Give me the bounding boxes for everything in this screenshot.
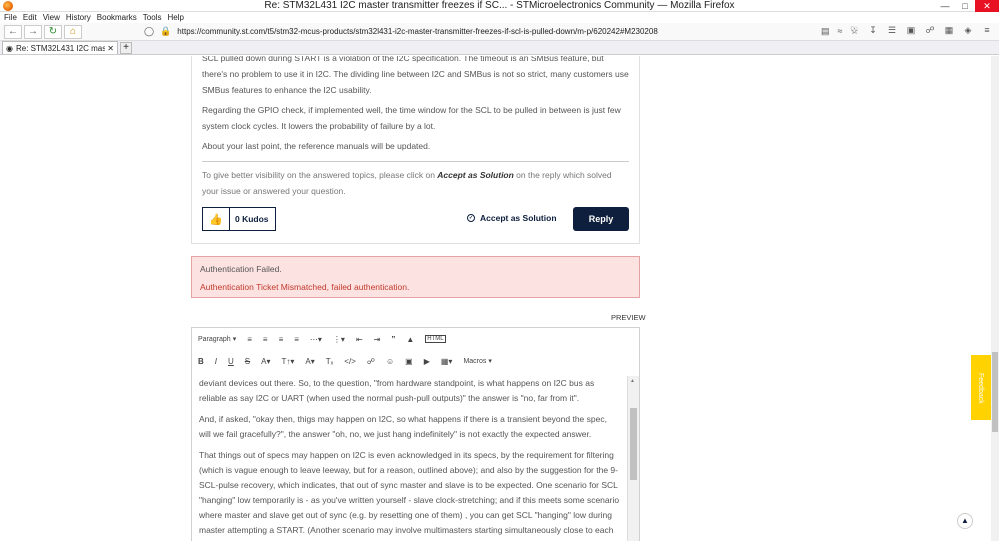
macros-select[interactable]: Macros ▾ xyxy=(463,357,491,365)
shield-ext-icon[interactable]: ◈ xyxy=(960,23,976,37)
rich-text-editor: Paragraph ▾ ≡ ≡ ≡ ≡ ⋯▾ ⋮▾ ⇤ ⇥ ” ▲ HTML B … xyxy=(191,327,640,541)
menu-hamburger-icon[interactable]: ≡ xyxy=(979,23,995,37)
back-icon[interactable]: ← xyxy=(4,24,22,39)
table-icon[interactable]: ▦▾ xyxy=(441,357,453,366)
font-size-icon[interactable]: T↑▾ xyxy=(282,357,295,366)
page-scrollbar[interactable] xyxy=(991,56,999,541)
align-right-icon[interactable]: ≡ xyxy=(279,335,284,344)
maximize-icon[interactable]: □ xyxy=(955,0,975,12)
auth-error-alert: Authentication Failed. Authentication Ti… xyxy=(191,256,640,298)
download-icon[interactable]: ↧ xyxy=(865,23,881,37)
check-circle-icon: ✓ xyxy=(467,214,475,222)
browser-toolbar-right: ♡ ↧ ☰ ▣ ☍ ▦ ◈ ≡ xyxy=(843,23,995,37)
pocket-icon[interactable]: ♡ xyxy=(846,23,862,37)
url-bar[interactable]: ◯ 🔒 https://community.st.com/t5/stm32-mc… xyxy=(144,25,809,39)
extension-icon[interactable]: ☍ xyxy=(922,23,938,37)
numbered-list-icon[interactable]: ⋮▾ xyxy=(333,335,345,344)
tab-current[interactable]: ◉ Re: STM32L431 I2C master transmi ✕ xyxy=(2,41,118,54)
font-color-icon[interactable]: A▾ xyxy=(261,357,270,366)
minimize-icon[interactable]: — xyxy=(935,0,955,12)
preview-link[interactable]: PREVIEW xyxy=(611,313,646,322)
scroll-to-top-button[interactable]: ▲ xyxy=(957,513,973,529)
align-center-icon[interactable]: ≡ xyxy=(263,335,268,344)
outdent-icon[interactable]: ⇤ xyxy=(356,335,363,344)
reply-button[interactable]: Reply xyxy=(573,207,629,231)
indent-icon[interactable]: ⇥ xyxy=(374,335,381,344)
page-scroll-thumb[interactable] xyxy=(992,352,998,432)
emoji-icon[interactable]: ☺ xyxy=(386,357,394,366)
tab-title: Re: STM32L431 I2C master transmi xyxy=(15,43,106,53)
rss-icon[interactable]: ≈ xyxy=(838,26,843,37)
reload-icon[interactable]: ↻ xyxy=(44,24,62,39)
close-window-icon[interactable]: ✕ xyxy=(975,0,999,12)
menu-tools[interactable]: Tools xyxy=(143,13,162,22)
editor-toolbar-row-1: Paragraph ▾ ≡ ≡ ≡ ≡ ⋯▾ ⋮▾ ⇤ ⇥ ” ▲ HTML xyxy=(192,328,639,350)
warning-icon[interactable]: ▲ xyxy=(406,335,414,344)
kudos-count[interactable]: 0 Kudos xyxy=(230,214,269,224)
editor-paragraph[interactable]: deviant devices out there. So, to the qu… xyxy=(192,376,627,406)
underline-icon[interactable]: U xyxy=(228,357,234,366)
post-paragraph: SCL pulled down during START is a violat… xyxy=(202,56,629,95)
align-left-icon[interactable]: ≡ xyxy=(247,335,252,344)
auth-error-title: Authentication Failed. xyxy=(200,264,282,274)
library-icon[interactable]: ☰ xyxy=(884,23,900,37)
menu-file[interactable]: File xyxy=(4,13,17,22)
save-icon[interactable]: ▣ xyxy=(903,23,919,37)
tab-bar: ◉ Re: STM32L431 I2C master transmi ✕ + xyxy=(0,41,999,55)
feedback-tab[interactable]: Feedback xyxy=(971,355,991,420)
window-titlebar: Re: STM32L431 I2C master transmitter fre… xyxy=(0,0,999,12)
menu-edit[interactable]: Edit xyxy=(23,13,37,22)
menu-bookmarks[interactable]: Bookmarks xyxy=(97,13,137,22)
globe-icon: ◉ xyxy=(6,43,13,53)
clear-format-icon[interactable]: Tₓ xyxy=(326,357,334,366)
divider xyxy=(202,161,629,162)
strikethrough-icon[interactable]: S xyxy=(245,357,250,366)
post-paragraph: Regarding the GPIO check, if implemented… xyxy=(202,105,621,131)
menu-bar: File Edit View History Bookmarks Tools H… xyxy=(0,12,999,23)
post-paragraph: About your last point, the reference man… xyxy=(202,141,431,151)
camera-icon[interactable]: ▣ xyxy=(405,357,413,366)
reply-post: SCL pulled down during START is a violat… xyxy=(191,56,640,244)
auth-error-message: Authentication Ticket Mismatched, failed… xyxy=(200,282,410,292)
kudos-button[interactable]: 👍 0 Kudos xyxy=(202,207,276,231)
shield-icon[interactable]: ◯ xyxy=(144,26,154,37)
feedback-label[interactable]: Feedback xyxy=(977,373,984,404)
new-tab-icon[interactable]: + xyxy=(120,42,132,54)
url-text[interactable]: https://community.st.com/t5/stm32-mcus-p… xyxy=(177,27,657,36)
home-icon[interactable]: ⌂ xyxy=(64,24,82,39)
forward-icon[interactable]: → xyxy=(24,24,42,39)
extension2-icon[interactable]: ▦ xyxy=(941,23,957,37)
italic-icon[interactable]: I xyxy=(215,357,217,366)
post-actions: 👍 0 Kudos ✓ Accept as Solution Reply xyxy=(202,207,629,231)
thumbs-up-icon[interactable]: 👍 xyxy=(203,208,230,230)
paragraph-format-select[interactable]: Paragraph ▾ xyxy=(198,335,236,343)
editor-scrollbar[interactable]: ▲ xyxy=(627,376,639,541)
reader-view-icon[interactable]: ▤ xyxy=(821,26,830,37)
align-justify-icon[interactable]: ≡ xyxy=(294,335,299,344)
window-controls: — □ ✕ xyxy=(935,0,999,12)
html-icon[interactable]: HTML xyxy=(425,335,446,343)
menu-view[interactable]: View xyxy=(43,13,60,22)
bullet-list-icon[interactable]: ⋯▾ xyxy=(310,335,322,344)
menu-help[interactable]: Help xyxy=(167,13,183,22)
tab-close-icon[interactable]: ✕ xyxy=(107,44,114,53)
menu-history[interactable]: History xyxy=(66,13,91,22)
solution-notice: To give better visibility on the answere… xyxy=(202,170,612,196)
scroll-up-icon[interactable]: ▲ xyxy=(630,378,635,384)
font-family-icon[interactable]: A▾ xyxy=(305,357,314,366)
editor-paragraph[interactable]: That things out of specs may happen on I… xyxy=(192,448,627,541)
editor-scroll-thumb[interactable] xyxy=(630,408,637,480)
accept-solution-button[interactable]: ✓ Accept as Solution xyxy=(467,213,557,223)
lock-icon[interactable]: 🔒 xyxy=(160,26,171,37)
bold-icon[interactable]: B xyxy=(198,357,204,366)
editor-paragraph[interactable]: And, if asked, "okay then, thigs may hap… xyxy=(192,412,627,442)
editor-toolbar-row-2: B I U S A▾ T↑▾ A▾ Tₓ </> ☍ ☺ ▣ ▶ ▦▾ Macr… xyxy=(192,350,639,372)
window-title: Re: STM32L431 I2C master transmitter fre… xyxy=(264,0,735,11)
video-icon[interactable]: ▶ xyxy=(424,357,430,366)
link-icon[interactable]: ☍ xyxy=(367,357,375,366)
code-icon[interactable]: </> xyxy=(344,357,356,366)
editor-body[interactable]: deviant devices out there. So, to the qu… xyxy=(192,376,627,541)
page-content: SCL pulled down during START is a violat… xyxy=(0,56,999,541)
quote-icon[interactable]: ” xyxy=(391,335,395,344)
